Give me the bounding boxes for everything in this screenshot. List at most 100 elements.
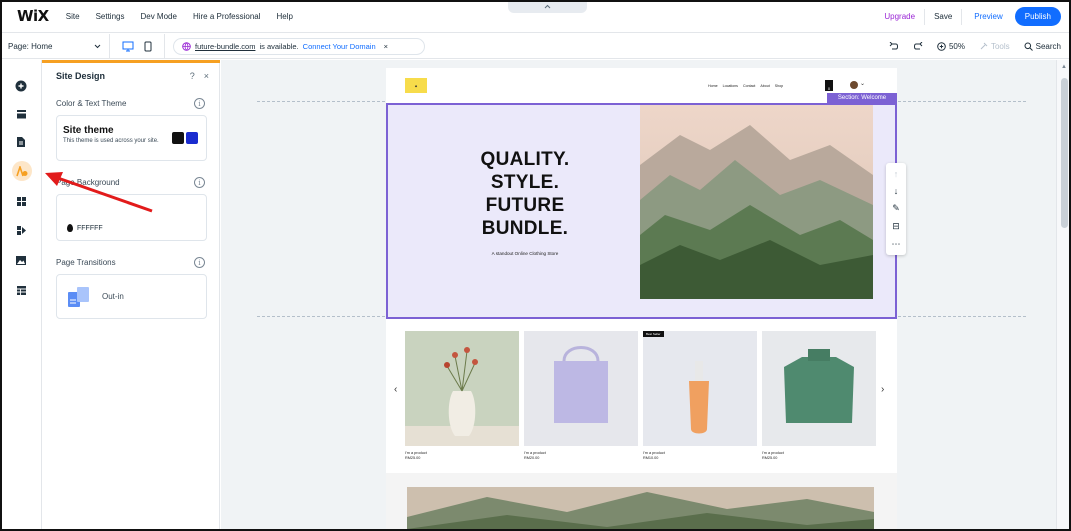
gridline xyxy=(898,101,1026,102)
gallery-next-icon[interactable]: › xyxy=(881,384,884,395)
undo-icon[interactable] xyxy=(889,42,899,51)
top-menu: Site Settings Dev Mode Hire a Profession… xyxy=(66,12,293,21)
scrollbar-thumb[interactable] xyxy=(1061,78,1068,228)
site-nav-contact[interactable]: Contact xyxy=(743,84,755,88)
menu-hire-professional[interactable]: Hire a Professional xyxy=(193,12,261,21)
tools-button[interactable]: Tools xyxy=(979,42,1010,51)
device-switcher xyxy=(110,33,165,59)
top-bar: WiX Site Settings Dev Mode Hire a Profes… xyxy=(0,0,1071,33)
product-image[interactable] xyxy=(405,331,519,446)
product-gallery: ‹ I'm a product RM25.00 I'm a product RM… xyxy=(386,319,897,473)
site-nav-home[interactable]: Home xyxy=(708,84,718,88)
domain-available-text: is available. xyxy=(259,41,299,51)
cart-icon[interactable]: 0 xyxy=(825,80,833,91)
apps-icon xyxy=(16,196,26,206)
close-icon[interactable]: × xyxy=(384,42,388,51)
product-image[interactable] xyxy=(643,331,757,446)
page-selector[interactable]: Page: Home xyxy=(0,33,110,59)
transition-icon xyxy=(68,287,89,307)
menu-help[interactable]: Help xyxy=(277,12,293,21)
site-design-panel: Site Design ? × Color & Text Theme i Sit… xyxy=(42,60,220,531)
mobile-icon[interactable] xyxy=(144,41,152,52)
domain-link[interactable]: future-bundle.com xyxy=(195,42,255,51)
transition-value: Out-in xyxy=(102,292,124,301)
page-background-card[interactable]: FFFFFF xyxy=(56,194,207,241)
product-price: RM25.00 xyxy=(405,456,421,460)
edit-design-icon[interactable]: ✎ xyxy=(892,203,900,214)
menu-site[interactable]: Site xyxy=(66,12,80,21)
scroll-up-icon[interactable]: ▲ xyxy=(1061,64,1067,70)
menu-settings[interactable]: Settings xyxy=(96,12,125,21)
save-button[interactable]: Save xyxy=(925,12,961,21)
info-icon[interactable]: i xyxy=(194,98,205,109)
product-image[interactable] xyxy=(524,331,638,446)
upgrade-button[interactable]: Upgrade xyxy=(875,12,924,21)
search-button[interactable]: Search xyxy=(1024,42,1061,51)
wix-logo[interactable]: WiX xyxy=(17,7,49,25)
mountain-banner-image[interactable] xyxy=(407,487,874,531)
preview-button[interactable]: Preview xyxy=(962,12,1014,21)
avatar[interactable] xyxy=(850,81,858,89)
hero-title-line: FUTURE xyxy=(485,195,565,216)
tools-label: Tools xyxy=(990,42,1010,51)
product-card[interactable]: I'm a product RM20.00 xyxy=(524,331,638,460)
product-price: RM25.00 xyxy=(762,456,778,460)
hero-subtitle[interactable]: A standout Online Clothing Store xyxy=(460,251,590,256)
pages-menu-button[interactable] xyxy=(11,132,31,152)
page-transitions-card[interactable]: Out-in xyxy=(56,274,207,319)
site-theme-card[interactable]: Site theme This theme is used across you… xyxy=(56,115,207,161)
site-nav-shop[interactable]: Shop xyxy=(775,84,783,88)
chevron-down-icon xyxy=(94,44,101,48)
menu-dev-mode[interactable]: Dev Mode xyxy=(140,12,176,21)
site-nav-locations[interactable]: Locations xyxy=(723,84,738,88)
product-card[interactable]: I'm a product RM25.00 xyxy=(762,331,876,460)
sweater-icon xyxy=(784,349,854,423)
collapse-topbar-button[interactable] xyxy=(508,0,587,13)
table-icon xyxy=(16,285,26,295)
hero-title[interactable]: QUALITY. STYLE. FUTURE BUNDLE. xyxy=(460,148,590,240)
add-apps-button[interactable] xyxy=(11,191,31,211)
media-button[interactable] xyxy=(11,250,31,270)
product-card[interactable]: I'm a product RM25.00 xyxy=(405,331,519,460)
canvas-scrollbar[interactable]: ▲ xyxy=(1056,60,1071,531)
section-tag[interactable]: Section: Welcome xyxy=(827,93,897,103)
connect-domain-link[interactable]: Connect Your Domain xyxy=(303,42,376,51)
editor-right-tools: 50% Tools Search xyxy=(889,34,1061,59)
mountain-image[interactable] xyxy=(640,105,873,299)
help-button[interactable]: ? xyxy=(190,71,195,81)
site-nav-about[interactable]: About xyxy=(760,84,769,88)
gallery-prev-icon[interactable]: ‹ xyxy=(394,384,397,395)
add-section-button[interactable] xyxy=(11,104,31,124)
best-seller-badge: Best Seller xyxy=(643,331,664,337)
redo-icon[interactable] xyxy=(913,42,923,51)
theme-swatch-blue xyxy=(186,132,198,144)
move-down-icon[interactable]: ↓ xyxy=(894,186,899,196)
layout-icon[interactable]: ⊟ xyxy=(892,221,900,232)
more-icon[interactable]: ⋯ xyxy=(892,239,901,250)
gridline xyxy=(257,101,385,102)
publish-button[interactable]: Publish xyxy=(1014,7,1061,26)
desktop-icon[interactable] xyxy=(122,41,134,52)
cms-button[interactable] xyxy=(11,280,31,300)
product-image[interactable] xyxy=(762,331,876,446)
image-icon xyxy=(16,255,26,265)
business-tools-button[interactable] xyxy=(11,220,31,240)
zoom-control[interactable]: 50% xyxy=(937,42,965,51)
site-logo[interactable]: ◆ xyxy=(405,78,427,93)
site-design-button[interactable] xyxy=(12,161,32,181)
zoom-icon xyxy=(937,42,946,51)
chevron-up-icon xyxy=(544,4,551,9)
site-header[interactable]: ◆ Home Locations Contact About Shop 0 ⌄ xyxy=(386,68,897,102)
chevron-down-icon[interactable]: ⌄ xyxy=(860,80,865,87)
panel-header-actions: ? × xyxy=(190,71,209,81)
info-icon[interactable]: i xyxy=(194,257,205,268)
welcome-section[interactable]: QUALITY. STYLE. FUTURE BUNDLE. A standou… xyxy=(386,103,897,319)
close-panel-button[interactable]: × xyxy=(204,71,209,81)
business-icon xyxy=(16,225,26,235)
info-icon[interactable]: i xyxy=(194,177,205,188)
bottom-section[interactable] xyxy=(386,473,897,531)
product-card[interactable]: Best Seller I'm a product RM10.00 xyxy=(643,331,757,460)
move-up-icon[interactable]: ↑ xyxy=(894,169,899,179)
tote-bag-icon xyxy=(554,346,608,423)
add-elements-button[interactable] xyxy=(11,76,31,96)
